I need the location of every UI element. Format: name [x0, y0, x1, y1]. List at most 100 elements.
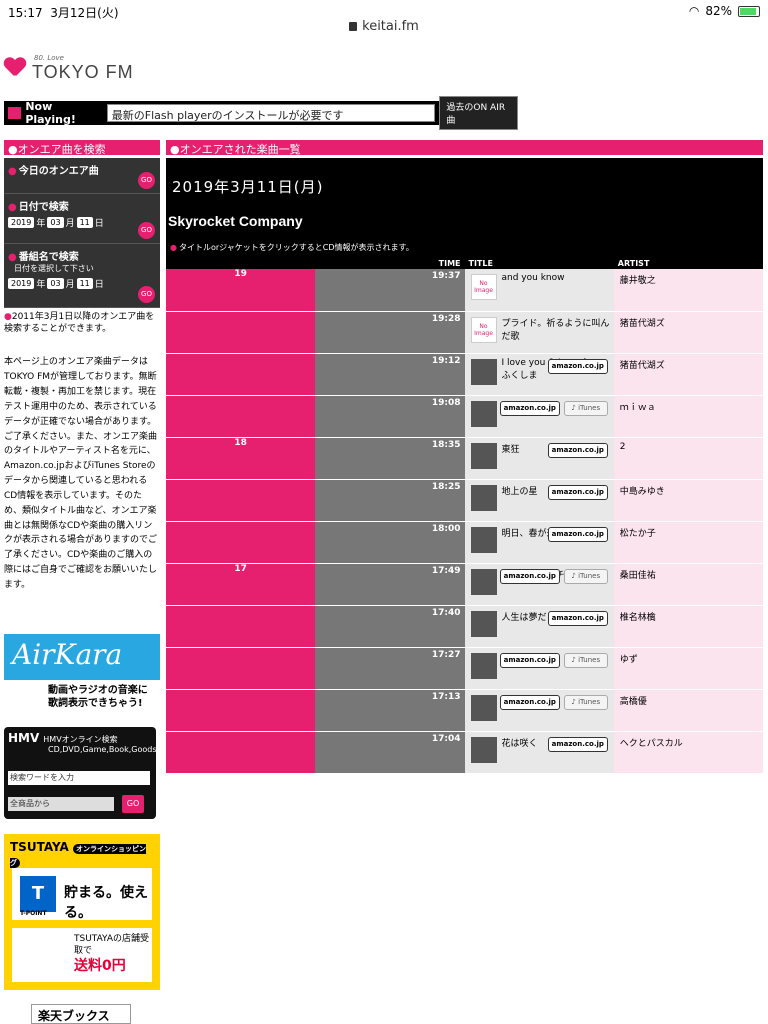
tpoint-text: 貯まる。使える。 [64, 885, 148, 921]
song-title[interactable]: 地上の星 [502, 484, 538, 497]
cd-jacket[interactable] [470, 484, 497, 511]
hour-marker [166, 395, 316, 438]
program-search: 番組名で検索 日付を選択して下さい 2019年 03月 11日 GO [4, 244, 160, 308]
itunes-button[interactable]: ♪ iTunes [563, 694, 608, 710]
table-row: 19 19:37 No Image and you know 藤井敬之 [166, 269, 763, 312]
no-image-icon[interactable]: No Image [470, 274, 497, 300]
cd-jacket[interactable] [470, 358, 497, 385]
amazon-button[interactable]: amazon.co.jp [547, 484, 608, 500]
songs-table: TIME TITLE ARTIST 19 19:37 No Image and you… [166, 258, 763, 774]
song-title[interactable]: 東狂 [502, 442, 520, 455]
song-title-cell: 地上の星 amazon.co.jp [464, 479, 614, 522]
amazon-button[interactable]: amazon.co.jp [547, 526, 608, 542]
hmv-logo: HMV [8, 731, 40, 745]
song-time: 17:27 [315, 647, 465, 690]
airkara-text: 動画やラジオの音楽に歌詞表示できちゃう! [4, 680, 160, 712]
cd-jacket[interactable] [470, 568, 497, 595]
cd-jacket[interactable] [470, 610, 497, 637]
song-title[interactable]: 花は咲く [502, 736, 538, 749]
heart-icon [4, 56, 26, 78]
song-artist: 中島みゆき [613, 479, 763, 522]
past-onair-button[interactable]: 過去のON AIR曲 [439, 96, 518, 130]
month-select[interactable]: 03 [47, 217, 64, 228]
tsutaya-banner[interactable]: TSUTAYA オンラインショッピング T 貯まる。使える。 T-POINT T… [4, 834, 160, 990]
today-search: 今日のオンエア曲 GO [4, 158, 160, 194]
amazon-button[interactable]: amazon.co.jp [547, 736, 608, 752]
today-label: 今日のオンエア曲 [8, 162, 156, 177]
table-row: 17:04 花は咲く amazon.co.jp ヘクとパスカル [166, 731, 763, 774]
today-go-button[interactable]: GO [138, 172, 155, 189]
tokyofm-logo[interactable]: 80. Love TOKYO FM [4, 52, 134, 82]
table-row: 17:27ＲＥＡＳＯＮamazon.co.jp♪ iTunesゆず [166, 647, 763, 690]
itunes-button[interactable]: ♪ iTunes [563, 400, 608, 416]
song-title[interactable]: and you know [502, 273, 565, 283]
hour-marker: 19 [166, 269, 316, 312]
airkara-banner[interactable]: AirKara 動画やラジオの音楽に歌詞表示できちゃう! [4, 634, 160, 712]
tpoint-label: T-POINT [20, 910, 47, 917]
music-note-icon: ♪ [571, 403, 576, 412]
hmv-go-button[interactable]: GO [122, 795, 144, 813]
cd-jacket[interactable] [470, 442, 497, 469]
url-bar[interactable]: keitai.fm [0, 14, 768, 40]
date-search: 日付で検索 2019年 03月 11日 GO [4, 194, 160, 244]
program-year-select[interactable]: 2019 [8, 278, 35, 289]
cd-jacket[interactable] [470, 526, 497, 553]
hmv-category-select[interactable]: 全商品から [8, 797, 114, 811]
music-note-icon: ♪ [571, 571, 576, 580]
tsutaya-store-text: TSUTAYAの店舗受取で [74, 934, 150, 956]
song-artist: 猪苗代湖ズ [613, 353, 763, 396]
hour-marker [166, 479, 316, 522]
col-time: TIME [166, 258, 465, 269]
disclaimer-text: 本ページ上のオンエア楽曲データはTOKYO FMが管理しております。無断転載・複… [4, 357, 158, 590]
tpoint-box: T 貯まる。使える。 T-POINT [12, 868, 152, 921]
cd-jacket[interactable] [470, 736, 497, 763]
song-artist: 藤井敬之 [613, 269, 763, 312]
date-go-button[interactable]: GO [138, 222, 155, 239]
song-artist: 椎名林檎 [613, 605, 763, 648]
no-image-icon[interactable]: No Image [470, 316, 497, 343]
program-month-select[interactable]: 03 [47, 278, 64, 289]
url-text: keitai.fm [362, 19, 419, 34]
hour-marker [166, 311, 316, 354]
table-row: 19:08ヒカリへamazon.co.jp♪ iTunesｍｉｗａ [166, 395, 763, 438]
itunes-button[interactable]: ♪ iTunes [563, 568, 608, 584]
music-note-icon: ♪ [571, 655, 576, 664]
day-select[interactable]: 11 [76, 217, 93, 228]
amazon-button[interactable]: amazon.co.jp [499, 694, 560, 710]
table-row: 19:12I love you & I need you ふくしまamazon.… [166, 353, 763, 396]
year-select[interactable]: 2019 [8, 217, 35, 228]
hour-marker [166, 689, 316, 732]
song-artist: 桑田佳祐 [613, 563, 763, 606]
song-title[interactable]: プライド。祈るように叫んだ歌 [502, 316, 614, 342]
amazon-button[interactable]: amazon.co.jp [547, 610, 608, 626]
song-artist: ゆず [613, 647, 763, 690]
logo-name: TOKYO FM [32, 61, 134, 82]
song-time: 17:49 [315, 563, 465, 606]
song-title-cell: 明日、春が来たら amazon.co.jp [464, 521, 614, 564]
song-time: 19:37 [315, 269, 465, 312]
cd-jacket[interactable] [470, 694, 497, 721]
cd-jacket[interactable] [470, 400, 497, 427]
table-row: 18 18:35 東狂 amazon.co.jp 2 [166, 437, 763, 480]
hmv-title: HMVオンライン検索 [43, 735, 118, 744]
now-playing-message: 最新のFlash playerのインストールが必要です [106, 104, 436, 122]
rakuten-books-banner[interactable]: 楽天ブックス [31, 1004, 131, 1024]
col-artist: ARTIST [613, 258, 763, 269]
song-time: 18:00 [315, 521, 465, 564]
amazon-button[interactable]: amazon.co.jp [547, 358, 608, 374]
itunes-button[interactable]: ♪ iTunes [563, 652, 608, 668]
table-row: 18:00 明日、春が来たら amazon.co.jp 松たか子 [166, 521, 763, 564]
amazon-button[interactable]: amazon.co.jp [499, 400, 560, 416]
amazon-button[interactable]: amazon.co.jp [499, 652, 560, 668]
hmv-search-input[interactable]: 検索ワードを入力 [8, 771, 150, 785]
song-title-cell: 明日へのマーチamazon.co.jp♪ iTunes [464, 563, 614, 606]
amazon-button[interactable]: amazon.co.jp [547, 442, 608, 458]
song-title-cell: ヒカリへamazon.co.jp♪ iTunes [464, 395, 614, 438]
cd-jacket[interactable] [470, 652, 497, 679]
song-time: 17:13 [315, 689, 465, 732]
table-row: 1717:49明日へのマーチamazon.co.jp♪ iTunes桑田佳祐 [166, 563, 763, 606]
program-day-select[interactable]: 11 [76, 278, 93, 289]
amazon-button[interactable]: amazon.co.jp [499, 568, 560, 584]
onair-list: ●オンエアされた楽曲一覧 2019年3月11日(月) Skyrocket Com… [166, 140, 763, 774]
program-go-button[interactable]: GO [138, 286, 155, 303]
